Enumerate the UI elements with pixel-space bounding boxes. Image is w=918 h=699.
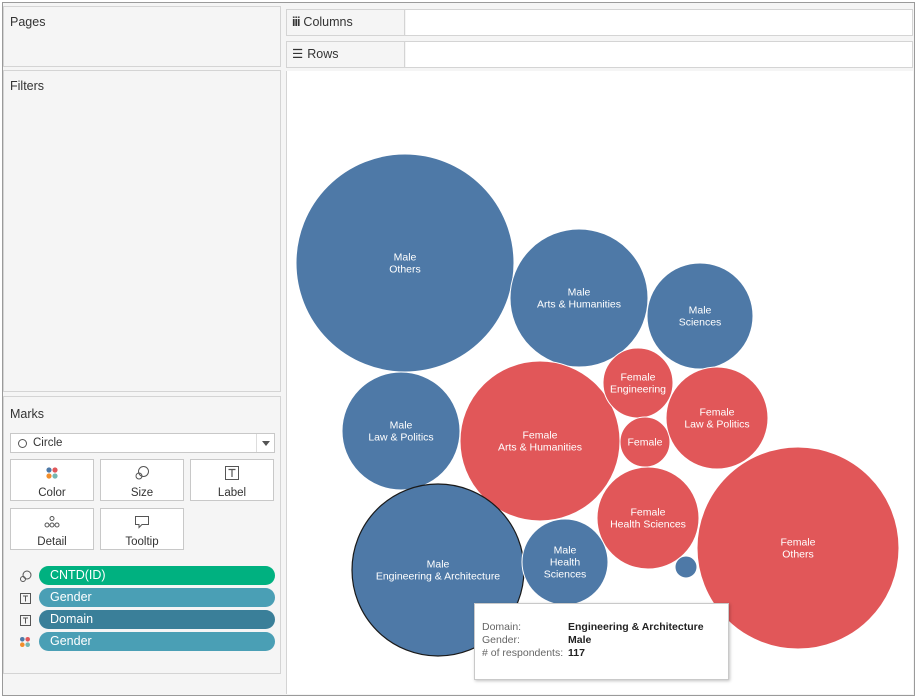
filters-title: Filters: [10, 79, 45, 93]
bubble-male-others-label: Others: [389, 264, 421, 276]
label-button[interactable]: Label: [190, 459, 274, 501]
detail-label: Detail: [37, 536, 67, 548]
rows-icon: ☰: [292, 47, 304, 61]
bubble-male-law-and-politics-label: Law & Politics: [368, 432, 433, 444]
color-icon: [11, 465, 93, 481]
tooltip-count-key: # of respondents:: [482, 647, 564, 659]
columns-shelf: iii Columns: [286, 9, 913, 36]
mark-field-row: CNTD(ID): [18, 566, 276, 586]
label-label: Label: [217, 487, 247, 499]
tooltip-label: Tooltip: [125, 536, 159, 548]
detail-icon: [11, 514, 93, 530]
rows-shelf: ☰ Rows: [286, 41, 913, 68]
bubble-female-others-label: Others: [782, 549, 814, 561]
bubble-female-law-and-politics-label: Law & Politics: [684, 419, 749, 431]
bubble-female-law-and-politics-label: Female: [699, 407, 734, 419]
color-label: Color: [38, 487, 66, 499]
rows-drop-zone[interactable]: [406, 42, 912, 67]
mark-type-label: Circle: [33, 437, 63, 449]
tooltip-domain-key: Domain:: [482, 621, 522, 633]
pages-title: Pages: [10, 15, 46, 29]
bubble-male-engineering-and-architecture-label: Male: [427, 559, 450, 571]
bubble-male-sciences-label: Sciences: [679, 317, 722, 329]
bubble-female-arts-and-humanities-label: Arts & Humanities: [498, 442, 582, 454]
marks-card: Marks Circle Color Size Label Detail Too…: [3, 396, 281, 674]
bubble-male-health-sciences-label: Sciences: [544, 569, 587, 581]
tooltip-button[interactable]: Tooltip: [100, 508, 184, 550]
bubble-female-engineering-label: Female: [620, 372, 655, 384]
view-canvas[interactable]: Male Others Male Arts & Humanities Male Scien…: [286, 71, 913, 694]
bubble-female-health-sciences-label: Health Sciences: [610, 519, 686, 531]
mark-field-row: Gender: [18, 632, 276, 652]
bubble-female-arts-and-humanities-label: Female: [522, 430, 557, 442]
size-icon: [101, 465, 183, 481]
chevron-down-icon[interactable]: [256, 434, 274, 452]
field-pill-gender-color[interactable]: Gender: [39, 632, 275, 651]
bubble-male-law-and-politics-label: Male: [390, 420, 413, 432]
bubble-male-health-sciences-label: Male: [554, 545, 577, 557]
columns-title: Columns: [303, 15, 353, 29]
field-pill-domain-label[interactable]: Domain: [39, 610, 275, 629]
size-button[interactable]: Size: [100, 459, 184, 501]
mark-field-row: Gender: [18, 588, 276, 608]
filters-shelf[interactable]: Filters: [3, 70, 281, 392]
size-icon: [18, 569, 32, 583]
mark-type-dropdown[interactable]: Circle: [10, 433, 275, 453]
bubble-male-others-label: Male: [394, 252, 417, 264]
text-icon: [191, 465, 273, 481]
marks-title: Marks: [10, 407, 45, 421]
bubble-chart: MaleOthersMaleArts & Humanities MaleScien…: [295, 153, 900, 657]
rows-title: Rows: [307, 47, 339, 61]
tooltip-gender-value: Male: [568, 634, 592, 646]
bubble-male-health-sciences-label: Health: [550, 557, 581, 569]
mark-tooltip: Domain: Engineering & Architecture Gende…: [474, 603, 729, 680]
tooltip-count-value: 117: [568, 647, 585, 659]
rows-label: ☰ Rows: [287, 42, 405, 67]
mark-field-row: Domain: [18, 610, 276, 630]
columns-label: iii Columns: [287, 10, 405, 35]
bubble-female-health-sciences-label: Female: [630, 507, 665, 519]
pages-shelf[interactable]: Pages: [3, 6, 281, 67]
bubble-female-others-label: Female: [780, 537, 815, 549]
bubble-female-engineering-label: Engineering: [610, 384, 666, 396]
circle-icon: [18, 439, 27, 448]
field-pill-cntd-id[interactable]: CNTD(ID): [39, 566, 275, 585]
tooltip-domain-value: Engineering & Architecture: [568, 621, 704, 633]
columns-drop-zone[interactable]: [406, 10, 912, 35]
detail-button[interactable]: Detail: [10, 508, 94, 550]
bubble-female-label: Female: [627, 437, 662, 449]
tooltip-gender-key: Gender:: [482, 634, 520, 646]
text-icon: [18, 613, 32, 627]
tooltip-icon: [101, 514, 183, 530]
bubble-male[interactable]: [674, 555, 698, 579]
color-button[interactable]: Color: [10, 459, 94, 501]
size-label: Size: [130, 487, 154, 499]
columns-icon: iii: [292, 15, 300, 29]
bubble-male-sciences-label: Male: [689, 305, 712, 317]
text-icon: [18, 591, 32, 605]
bubble-male-engineering-and-architecture-label: Engineering & Architecture: [376, 571, 500, 583]
color-icon: [18, 635, 32, 649]
bubble-male-arts-and-humanities-label: Arts & Humanities: [537, 299, 621, 311]
field-pill-gender-label[interactable]: Gender: [39, 588, 275, 607]
bubble-male-arts-and-humanities-label: Male: [568, 287, 591, 299]
